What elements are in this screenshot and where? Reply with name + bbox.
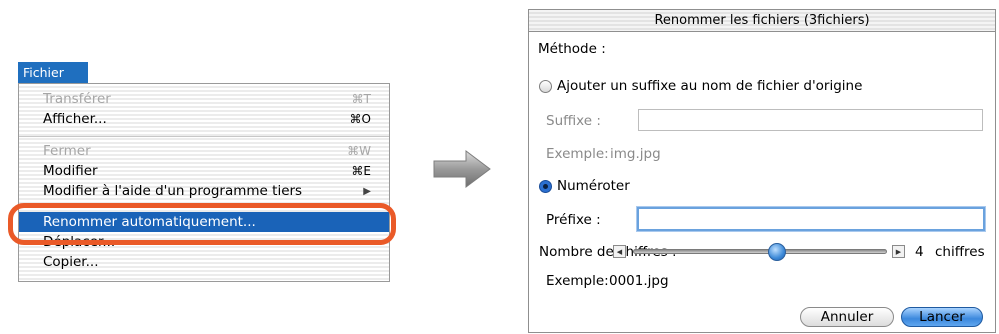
suffix-label: Suffixe : bbox=[546, 113, 601, 129]
digits-slider-track[interactable] bbox=[633, 249, 887, 254]
digits-value: 4 bbox=[915, 244, 924, 260]
run-button[interactable]: Lancer bbox=[901, 307, 983, 327]
option-number-label[interactable]: Numéroter bbox=[557, 178, 630, 194]
slider-increase-button[interactable]: ▶ bbox=[892, 245, 905, 258]
menu-separator bbox=[19, 136, 389, 137]
menu-item-label: Transférer bbox=[43, 91, 111, 107]
menu-item-label: Afficher... bbox=[43, 111, 107, 127]
menu-item-shortcut: ⌘W bbox=[347, 144, 371, 158]
triangle-right-icon: ▶ bbox=[363, 185, 371, 197]
digits-unit: chiffres bbox=[935, 244, 985, 260]
suffix-input[interactable] bbox=[638, 109, 983, 131]
suffix-example-label: Exemple: bbox=[546, 146, 609, 162]
radio-add-suffix[interactable] bbox=[539, 80, 552, 93]
suffix-input-value bbox=[639, 114, 643, 129]
menu-item-transferer: Transférer ⌘T bbox=[19, 89, 389, 109]
dialog-title-bar: Renommer les fichiers (3fichiers) bbox=[529, 10, 995, 32]
cancel-button[interactable]: Annuler bbox=[800, 307, 894, 327]
menu-item-fermer: Fermer ⌘W bbox=[19, 141, 389, 161]
slider-decrease-button[interactable]: ◀ bbox=[613, 245, 626, 258]
menu-item-label: Modifier bbox=[43, 163, 98, 179]
file-menu-panel: Transférer ⌘T Afficher... ⌘O Fermer ⌘W M… bbox=[18, 83, 390, 282]
digits-slider-thumb[interactable] bbox=[768, 243, 786, 261]
dialog-title: Renommer les fichiers (3fichiers) bbox=[654, 13, 870, 28]
menu-item-shortcut: ⌘O bbox=[349, 112, 371, 126]
menu-item-copier[interactable]: Copier... bbox=[19, 252, 389, 272]
right-arrow-icon bbox=[433, 150, 491, 188]
menu-item-shortcut: ⌘E bbox=[351, 164, 371, 178]
method-label: Méthode : bbox=[538, 41, 606, 57]
number-example-label: Exemple: bbox=[546, 273, 609, 289]
menu-item-shortcut: ⌘T bbox=[351, 92, 371, 106]
prefix-label: Préfixe : bbox=[546, 212, 601, 228]
menu-item-label: Copier... bbox=[43, 254, 99, 270]
menu-item-afficher[interactable]: Afficher... ⌘O bbox=[19, 109, 389, 129]
menu-title-fichier[interactable]: Fichier bbox=[18, 62, 88, 83]
option-suffix-label[interactable]: Ajouter un suffixe au nom de fichier d'o… bbox=[557, 78, 862, 94]
menu-item-label: Modifier à l'aide d'un programme tiers bbox=[43, 183, 303, 199]
suffix-example-value: img.jpg bbox=[610, 146, 661, 162]
prefix-input[interactable] bbox=[637, 207, 985, 231]
menu-item-label: Fermer bbox=[43, 143, 91, 159]
menu-item-modifier-programme-tiers[interactable]: Modifier à l'aide d'un programme tiers ▶ bbox=[19, 181, 389, 201]
menu-item-modifier[interactable]: Modifier ⌘E bbox=[19, 161, 389, 181]
callout-ring bbox=[8, 203, 396, 245]
number-example-value: 0001.jpg bbox=[609, 273, 669, 289]
radio-numeroter[interactable] bbox=[539, 180, 552, 193]
prefix-input-value bbox=[639, 213, 643, 228]
